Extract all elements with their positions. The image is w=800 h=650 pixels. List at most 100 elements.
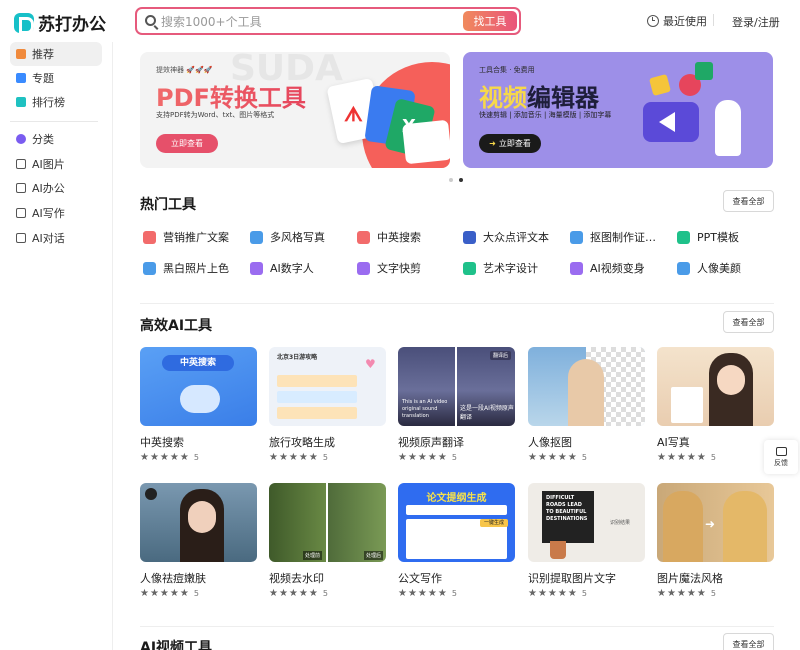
card-rating: ★★★★★ 5	[269, 588, 386, 599]
search-button[interactable]: 找工具	[463, 11, 517, 31]
video-icon	[250, 261, 263, 275]
star-rating-icon: ★★★★★	[657, 452, 707, 463]
clock-icon	[647, 15, 659, 27]
section-divider	[140, 626, 774, 627]
feedback-button[interactable]: 反馈	[764, 440, 798, 474]
hot-tool-item[interactable]: 抠图制作证…	[570, 229, 656, 245]
card-rating: ★★★★★ 5	[657, 588, 774, 599]
video-icon	[570, 261, 583, 275]
hot-tool-item[interactable]: 中英搜索	[357, 229, 421, 245]
card-rating: ★★★★★ 5	[398, 588, 515, 599]
search-icon	[145, 15, 156, 26]
hot-tool-item[interactable]: 艺术字设计	[463, 260, 538, 276]
after-label: 处理后	[364, 551, 384, 560]
hot-tool-item[interactable]: PPT模板	[677, 229, 739, 245]
sidebar-item-category[interactable]: 分类	[10, 127, 102, 151]
card-image: 中英搜索	[140, 347, 257, 426]
carousel-dot[interactable]	[449, 178, 453, 182]
banner-view-button[interactable]: 立即查看	[156, 134, 218, 153]
sidebar: 推荐 专题 排行榜 分类 AI图片 AI办公 AI写作 AI对话	[0, 42, 113, 650]
card-rating: ★★★★★ 5	[528, 588, 645, 599]
person-illustration	[715, 100, 741, 156]
banner-title: 视频编辑器	[479, 78, 599, 113]
image-icon	[250, 230, 263, 244]
before-label: 处理前	[303, 551, 323, 560]
logo-mark-icon	[14, 12, 34, 34]
star-rating-icon: ★★★★★	[528, 452, 578, 463]
login-register-link[interactable]: 登录/注册	[732, 14, 780, 30]
star-rating-icon: ★★★★★	[140, 588, 190, 599]
hot-tool-item[interactable]: 文字快剪	[357, 260, 421, 276]
sidebar-item-ai-writing[interactable]: AI写作	[10, 201, 102, 225]
card-title: 图片魔法风格	[657, 572, 723, 585]
translated-tag: 翻译后	[490, 351, 512, 360]
sidebar-item-ai-chat[interactable]: AI对话	[10, 226, 102, 250]
hot-tool-label: 黑白照片上色	[163, 262, 229, 275]
card-score: 5	[193, 453, 199, 462]
sidebar-item-recommend[interactable]: 推荐	[10, 42, 102, 66]
card-image	[657, 347, 774, 426]
hot-tool-item[interactable]: 人像美颜	[677, 260, 741, 276]
tool-card[interactable]: 论文提纲生成 一键生成 公文写作 ★★★★★ 5	[398, 483, 515, 599]
sidebar-item-topic[interactable]: 专题	[10, 66, 102, 90]
hot-tool-item[interactable]: 多风格写真	[250, 229, 325, 245]
hot-tool-label: PPT模板	[697, 231, 739, 244]
tool-card[interactable]: AI写真 ★★★★★ 5	[657, 347, 774, 463]
logo[interactable]: 苏打办公	[14, 10, 106, 35]
card-score: 5	[710, 589, 716, 598]
ai-tools-see-all-button[interactable]: 查看全部	[723, 311, 774, 333]
sidebar-item-ai-image[interactable]: AI图片	[10, 152, 102, 176]
sidebar-item-label: 排行榜	[32, 96, 65, 109]
sidebar-item-label: AI图片	[32, 158, 65, 171]
tool-card[interactable]: 中英搜索 中英搜索 ★★★★★ 5	[140, 347, 257, 463]
tool-card[interactable]: This is an AI video original sound trans…	[398, 347, 515, 463]
card-rating: ★★★★★ 5	[398, 452, 515, 463]
tool-card[interactable]: 人像抠图 ★★★★★ 5	[528, 347, 645, 463]
search-input[interactable]	[161, 12, 461, 32]
card-rating: ★★★★★ 5	[657, 452, 774, 463]
banner-pdf-converter[interactable]: SUDA ᗑ X 提效神器 🚀🚀🚀 PDF转换工具 支持PDF转为Word、tx…	[140, 52, 450, 168]
ai-office-icon	[16, 183, 26, 193]
split-line	[326, 483, 328, 562]
hot-tool-label: 文字快剪	[377, 262, 421, 275]
extracted-text-preview: 识别结果	[610, 520, 631, 526]
ai-tools-title: 高效AI工具	[140, 318, 213, 334]
carousel-dot-active[interactable]	[459, 178, 463, 182]
hot-tool-item[interactable]: 大众点评文本	[463, 229, 549, 245]
hot-tool-item[interactable]: 黑白照片上色	[143, 260, 229, 276]
hot-tool-item[interactable]: AI数字人	[250, 260, 314, 276]
tool-card[interactable]: DIFFICULT ROADS LEAD TO BEAUTIFUL DESTIN…	[528, 483, 645, 599]
banner-video-editor[interactable]: 工具合集 · 免费用 视频编辑器 快速剪辑 | 添加音乐 | 海量模版 | 添加…	[463, 52, 773, 168]
ppt-icon	[677, 230, 690, 244]
play-icon	[659, 112, 675, 132]
banner-view-button[interactable]: ➜ 立即查看	[479, 134, 541, 153]
tool-card[interactable]: ➜ 图片魔法风格 ★★★★★ 5	[657, 483, 774, 599]
card-image-caption: 北京3日游攻略	[277, 354, 318, 361]
banner-tagline: 工具合集 · 免费用	[479, 66, 535, 74]
hot-tools-see-all-button[interactable]: 查看全部	[723, 190, 774, 212]
itinerary-row	[277, 407, 357, 419]
card-title: AI写真	[657, 436, 690, 449]
card-title: 公文写作	[398, 572, 442, 585]
face-illustration	[717, 365, 745, 395]
hot-tool-item[interactable]: 营销推广文案	[143, 229, 229, 245]
card-score: 5	[710, 453, 716, 462]
portrait-before-illustration	[663, 491, 703, 562]
tool-card[interactable]: 人像祛痘嫩肤 ★★★★★ 5	[140, 483, 257, 599]
sidebar-item-ai-office[interactable]: AI办公	[10, 176, 102, 200]
hot-tool-label: 人像美颜	[697, 262, 741, 275]
hot-tool-item[interactable]: AI视频变身	[570, 260, 645, 276]
card-rating: ★★★★★ 5	[269, 452, 386, 463]
tool-card[interactable]: 处理前 处理后 视频去水印 ★★★★★ 5	[269, 483, 386, 599]
card-image: DIFFICULT ROADS LEAD TO BEAUTIFUL DESTIN…	[528, 483, 645, 562]
sidebar-item-label: 推荐	[32, 48, 54, 61]
card-rating: ★★★★★ 5	[140, 588, 257, 599]
tool-card[interactable]: 北京3日游攻略 ♥ 旅行攻略生成 ★★★★★ 5	[269, 347, 386, 463]
card-title: 视频原声翻译	[398, 436, 464, 449]
banner-title-text: PDF转换工具	[156, 84, 306, 112]
category-icon	[16, 134, 26, 144]
recent-used-link[interactable]: 最近使用	[647, 13, 707, 29]
sidebar-item-ranking[interactable]: 排行榜	[10, 90, 102, 114]
portrait-after-illustration	[723, 491, 767, 562]
ai-video-tools-see-all-button[interactable]: 查看全部	[723, 633, 774, 650]
